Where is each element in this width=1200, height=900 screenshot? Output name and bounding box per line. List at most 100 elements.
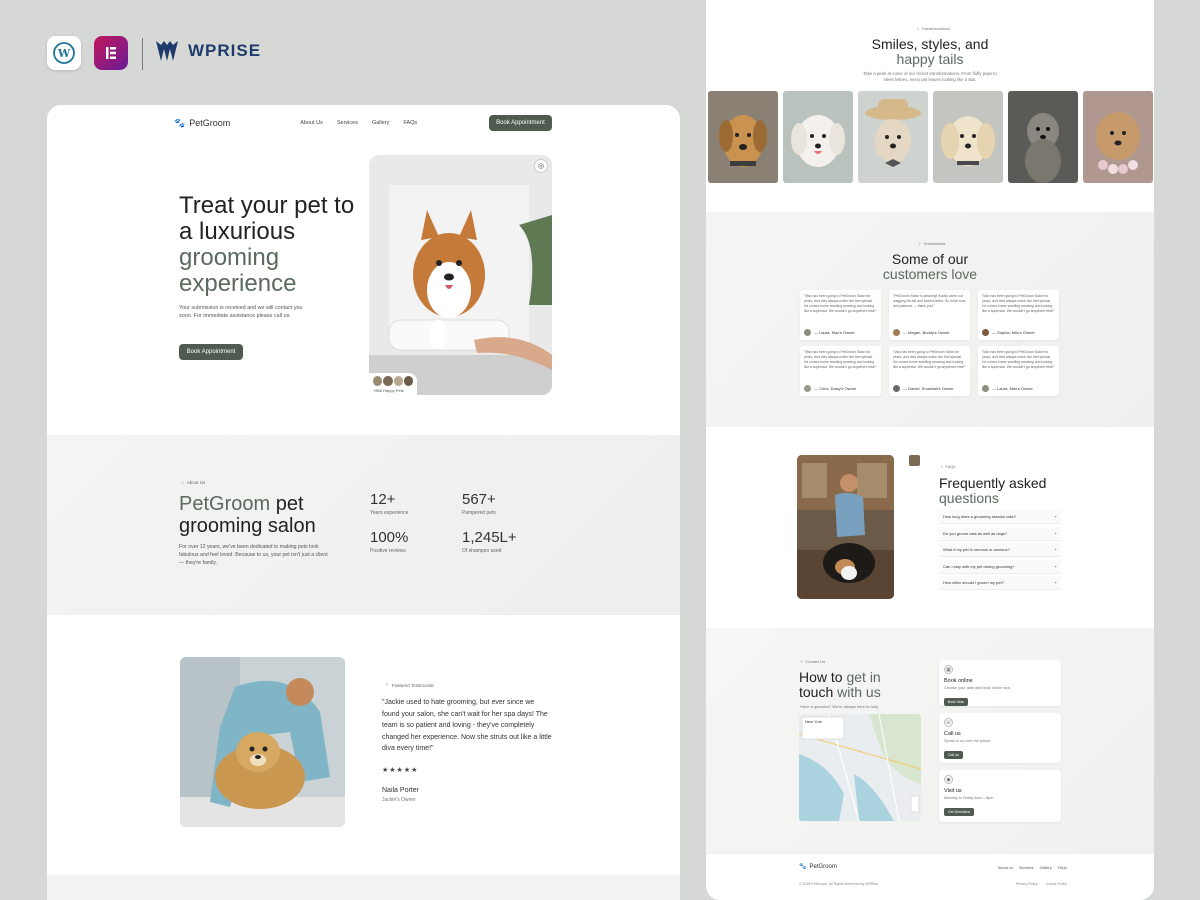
footer-links: About us Services Gallery FAQs xyxy=(998,866,1067,870)
testimonial-role: Jackie's Owner xyxy=(382,797,416,803)
paw-icon: 🐾 xyxy=(174,117,186,128)
dog-photo xyxy=(1083,91,1153,183)
stat-reviews: 100% Positive reviews xyxy=(370,529,409,554)
sparkle-icon: ✧ xyxy=(918,241,922,246)
top-nav: 🐾 PetGroom About Us Services Gallery FAQ… xyxy=(174,110,552,136)
dog-photo xyxy=(1008,91,1078,183)
about-chip: ⌂ About Us xyxy=(181,480,206,485)
book-now-button[interactable]: Book Now xyxy=(944,698,968,706)
contact-subtitle: Have a question? We're always here to he… xyxy=(800,704,880,709)
hero-title: Treat your pet to a luxurious grooming e… xyxy=(179,192,355,297)
about-section: ⌂ About Us PetGroom pet grooming salon Fo… xyxy=(47,435,680,615)
plus-icon: + xyxy=(1054,547,1057,552)
faq-item[interactable]: How long does a grooming session take? + xyxy=(939,510,1061,524)
happy-pets-count: +856 Happy Pets xyxy=(373,388,404,393)
hero-book-button[interactable]: Book Appointment xyxy=(179,344,243,360)
sparkle-icon: ✧ xyxy=(385,682,389,687)
wordpress-logo: W xyxy=(47,36,81,70)
stat-pets: 567+ Pampered pets xyxy=(462,491,496,516)
review-card: "PetGroom Salon is amazing! Buddy came o… xyxy=(889,290,970,340)
footer-legal: Privacy Policy Cookie Policy xyxy=(1016,882,1067,886)
pet-avatar xyxy=(373,376,383,386)
featured-testimonial-image xyxy=(180,657,345,827)
nav-gallery[interactable]: Gallery xyxy=(372,120,389,126)
gallery-title: Smiles, styles, and happy tails xyxy=(871,36,989,67)
contact-card-call: ☏ Call us Speak to us over the phone Cal… xyxy=(939,713,1061,763)
cookie-link[interactable]: Cookie Policy xyxy=(1046,882,1067,886)
sparkle-icon: ✧ xyxy=(916,26,920,31)
footer-link[interactable]: FAQs xyxy=(1058,866,1068,870)
footer-link[interactable]: Gallery xyxy=(1040,866,1052,870)
avatar xyxy=(893,385,900,392)
home-icon: ⌂ xyxy=(181,480,184,485)
plus-icon: + xyxy=(1054,514,1057,519)
featured-chip: ✧ Featured Testimonial xyxy=(385,682,434,688)
gallery-dog-4[interactable] xyxy=(933,91,1003,183)
logo-text: PetGroom xyxy=(189,118,231,128)
avatar xyxy=(982,385,989,392)
footer-divider xyxy=(706,853,1154,854)
gallery-dog-1[interactable] xyxy=(708,91,778,183)
site-logo[interactable]: 🐾 PetGroom xyxy=(174,118,230,129)
get-directions-button[interactable]: Get Directions xyxy=(944,808,975,816)
gallery-dog-5[interactable] xyxy=(1008,91,1078,183)
elementor-icon xyxy=(106,47,116,59)
left-preview-panel: 🐾 PetGroom About Us Services Gallery FAQ… xyxy=(47,105,680,900)
map-location-label: New York xyxy=(805,719,822,724)
faq-item[interactable]: How often should I groom my pet? + xyxy=(939,576,1061,590)
testimonial-author: Naila Porter xyxy=(382,787,419,794)
wordpress-icon: W xyxy=(53,42,75,64)
dog-photo xyxy=(858,91,928,183)
gallery-dog-3[interactable] xyxy=(858,91,928,183)
nav-about[interactable]: About Us xyxy=(300,120,323,126)
faq-chip: ✧ FAQs xyxy=(940,464,956,469)
stat-shampoo: 1,245L+ Of shampoo used xyxy=(462,529,517,554)
nav-services[interactable]: Services xyxy=(337,120,358,126)
svg-text:W: W xyxy=(57,47,71,60)
footer-link[interactable]: About us xyxy=(998,866,1013,870)
footer-link[interactable]: Services xyxy=(1019,866,1034,870)
gallery-dog-6[interactable] xyxy=(1083,91,1153,183)
nav-book-button[interactable]: Book Appointment xyxy=(489,115,552,131)
footer-logo[interactable]: 🐾 PetGroom xyxy=(799,863,837,871)
calendar-icon: ▦ xyxy=(944,665,953,674)
privacy-link[interactable]: Privacy Policy xyxy=(1016,882,1038,886)
review-card: "Max has been going to PetGroom Salon fo… xyxy=(978,290,1059,340)
rating-stars: ★★★★★ xyxy=(382,767,419,774)
plus-icon: + xyxy=(1054,580,1057,585)
about-text: For over 12 years, we've been dedicated … xyxy=(179,544,328,566)
woman-dog-porch-illustration xyxy=(797,455,894,599)
plus-icon: + xyxy=(1054,531,1057,536)
gallery-subtitle: Take a peek at some of our recent transf… xyxy=(863,71,997,82)
map-widget[interactable]: New York xyxy=(799,714,921,821)
hero-dog-image: ◎ +856 Happy Pets xyxy=(369,155,552,395)
review-card: "Max has been going to PetGroom Salon fo… xyxy=(889,346,970,396)
reviews-title: Some of our customers love xyxy=(882,251,978,282)
nav-faqs[interactable]: FAQs xyxy=(403,120,417,126)
contact-card-visit: ◉ Visit us Monday to Friday 8am – 8pm Ge… xyxy=(939,770,1061,822)
faq-item[interactable]: Do you groom cats as well as dogs? + xyxy=(939,527,1061,541)
faq-title: Frequently asked questions xyxy=(939,475,1047,506)
next-section-strip xyxy=(47,875,680,900)
footer-copyright: © 2025 PetGroom. All Rights Reserved by … xyxy=(799,882,879,886)
instagram-icon[interactable]: ◎ xyxy=(534,159,548,173)
plus-icon: + xyxy=(1054,564,1057,569)
dog-photo xyxy=(708,91,778,183)
gallery-dog-2[interactable] xyxy=(783,91,853,183)
avatar xyxy=(893,329,900,336)
call-us-button[interactable]: Call us xyxy=(944,751,963,759)
contact-chip: ✧ Contact Us xyxy=(800,659,826,664)
wprise-brand: WPRISE xyxy=(154,39,261,63)
avatar xyxy=(982,329,989,336)
pet-avatar xyxy=(393,376,403,386)
faq-item[interactable]: What if my pet is nervous or anxious? + xyxy=(939,543,1061,557)
about-title: PetGroom pet grooming salon xyxy=(179,493,316,537)
review-card: "Max has been going to PetGroom Salon fo… xyxy=(800,346,881,396)
review-card: "Max has been going to PetGroom Salon fo… xyxy=(800,290,881,340)
faq-item[interactable]: Can I stay with my pet during grooming? + xyxy=(939,560,1061,574)
sparkle-icon: ✧ xyxy=(800,659,804,664)
dog-photo xyxy=(933,91,1003,183)
featured-quote: "Jackie used to hate grooming, but ever … xyxy=(382,699,552,752)
contact-title: How to get in touch with us xyxy=(799,669,881,700)
faq-image xyxy=(797,455,894,599)
